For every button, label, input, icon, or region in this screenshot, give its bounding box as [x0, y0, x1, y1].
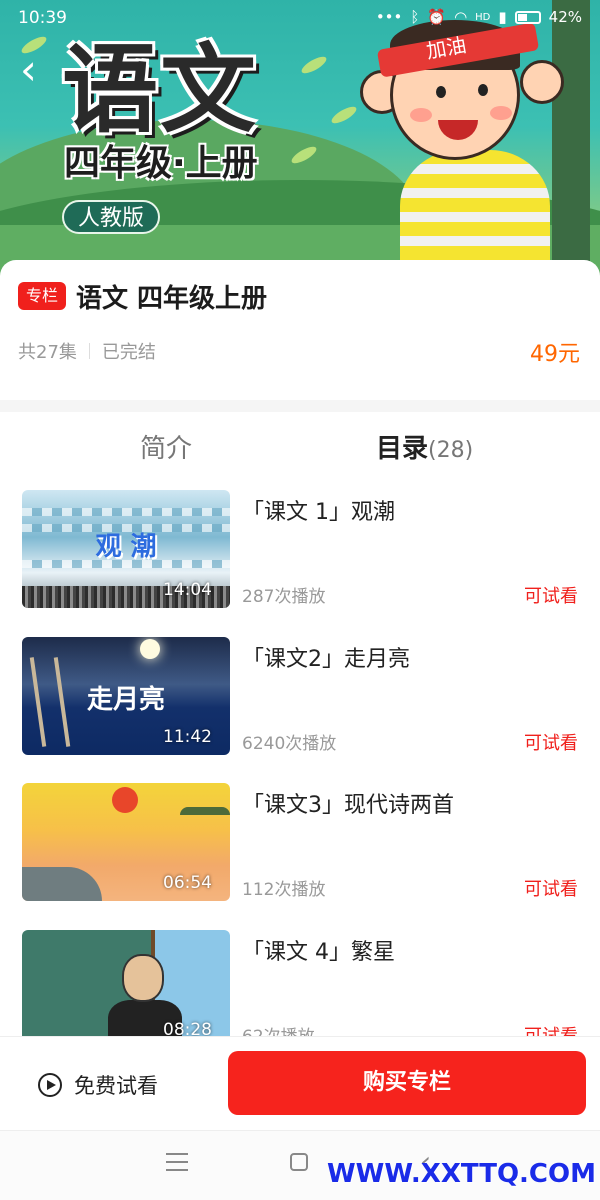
lesson-item[interactable]: 走月亮 11:42 「课文2」走月亮 6240次播放 可试看 [0, 623, 600, 769]
lesson-item[interactable]: 观 潮 14:04 「课文 1」观潮 287次播放 可试看 [0, 476, 600, 622]
lesson-thumbnail[interactable]: 08:28 [22, 930, 230, 1036]
lesson-thumbnail[interactable]: 走月亮 11:42 [22, 637, 230, 755]
man-head [122, 954, 164, 1002]
lesson-play-count: 6240次播放 [242, 734, 337, 754]
lesson-list: 观 潮 14:04 「课文 1」观潮 287次播放 可试看 走月亮 11:42 … [0, 476, 600, 1036]
menu-icon[interactable] [166, 1153, 188, 1171]
course-price: 49元 [530, 342, 580, 367]
sun-decoration [112, 787, 138, 813]
alarm-icon: ⏰ [427, 8, 447, 26]
content-tabs: 简介 目录(28) [0, 412, 600, 476]
boy-cheek [490, 106, 512, 120]
course-info-card: 专栏 语文 四年级上册 共27集 已完结 49元 [0, 260, 600, 400]
watermark: WWW.XXTTQ.COM [327, 1159, 596, 1189]
status-bar: 10:39 ••• ᛒ ⏰ ◠ HD ▮ 42% [0, 0, 600, 36]
course-title: 语文 四年级上册 [76, 284, 268, 314]
lesson-trial-label: 可试看 [524, 733, 578, 754]
episode-count: 共27集 [18, 342, 77, 363]
back-chevron-icon: ‹ [20, 45, 37, 94]
leaf-decoration [299, 53, 329, 77]
thumbnail-caption: 走月亮 [86, 685, 165, 715]
bluetooth-icon: ᛒ [410, 8, 420, 26]
home-icon[interactable] [290, 1153, 308, 1171]
lesson-trial-label: 可试看 [524, 1022, 578, 1036]
lesson-duration: 08:28 [163, 1020, 212, 1036]
lesson-play-count: 62次播放 [242, 1022, 315, 1036]
battery-icon [514, 10, 541, 24]
banner-edition-badge: 人教版 [62, 200, 161, 234]
signal-icon: ▮ [498, 8, 507, 26]
lesson-thumbnail[interactable]: 06:54 [22, 783, 230, 901]
status-time: 10:39 [18, 8, 67, 28]
boy-cheek [410, 108, 432, 122]
lesson-duration: 06:54 [163, 873, 212, 893]
cartoon-boy-illustration: 加油 [360, 0, 564, 280]
lesson-thumbnail[interactable]: 观 潮 14:04 [22, 490, 230, 608]
tab-catalog[interactable]: 目录(28) [376, 428, 473, 465]
island-decoration [180, 807, 230, 815]
wave-decoration [22, 508, 230, 516]
battery-percent: 42% [548, 8, 582, 26]
banner-grade: 四年级·上册 [64, 143, 258, 184]
lesson-play-count: 112次播放 [242, 880, 326, 900]
course-meta: 共27集 已完结 [18, 338, 156, 364]
thumbnail-caption: 观 潮 [95, 532, 157, 562]
play-circle-icon [38, 1073, 62, 1097]
boy-hand [520, 60, 564, 104]
tab-intro[interactable]: 简介 [140, 428, 192, 465]
meta-divider [88, 343, 90, 359]
back-button[interactable]: ‹ [20, 49, 60, 92]
tab-catalog-count: (28) [428, 438, 474, 463]
free-trial-button[interactable]: 免费试看 [38, 1067, 158, 1103]
lesson-item[interactable]: 06:54 「课文3」现代诗两首 112次播放 可试看 [0, 769, 600, 915]
column-tag: 专栏 [18, 282, 67, 310]
section-divider [0, 400, 600, 412]
status-icons: ••• ᛒ ⏰ ◠ HD ▮ 42% [376, 8, 582, 26]
lesson-title: 「课文 4」繁星 [242, 940, 395, 965]
dots-icon: ••• [375, 8, 403, 26]
hd-icon: HD [475, 11, 491, 23]
system-nav-bar: ‹ WWW.XXTTQ.COM [0, 1130, 600, 1200]
rock-decoration [22, 867, 102, 901]
bottom-action-bar: 免费试看 购买专栏 [0, 1036, 600, 1130]
wifi-icon: ◠ [454, 8, 468, 26]
leaf-decoration [329, 103, 359, 127]
lesson-item[interactable]: 08:28 「课文 4」繁星 62次播放 可试看 [0, 916, 600, 1036]
lesson-duration: 14:04 [163, 580, 212, 600]
course-status: 已完结 [101, 342, 156, 363]
moon-decoration [140, 639, 160, 659]
lesson-title: 「课文3」现代诗两首 [242, 793, 454, 818]
boy-eye [478, 84, 488, 96]
boy-eye [436, 86, 446, 98]
lesson-duration: 11:42 [163, 727, 212, 747]
free-trial-label: 免费试看 [74, 1074, 158, 1098]
tab-catalog-label: 目录 [376, 434, 429, 464]
lesson-play-count: 287次播放 [242, 587, 326, 607]
buy-column-button[interactable]: 购买专栏 [228, 1051, 586, 1115]
lesson-title: 「课文 1」观潮 [242, 500, 395, 525]
lesson-trial-label: 可试看 [524, 586, 578, 607]
course-banner: 加油 语文 四年级·上册 人教版 10:39 ••• ᛒ ⏰ ◠ HD ▮ 42… [0, 0, 600, 280]
lesson-title: 「课文2」走月亮 [242, 647, 410, 672]
lesson-trial-label: 可试看 [524, 879, 578, 900]
